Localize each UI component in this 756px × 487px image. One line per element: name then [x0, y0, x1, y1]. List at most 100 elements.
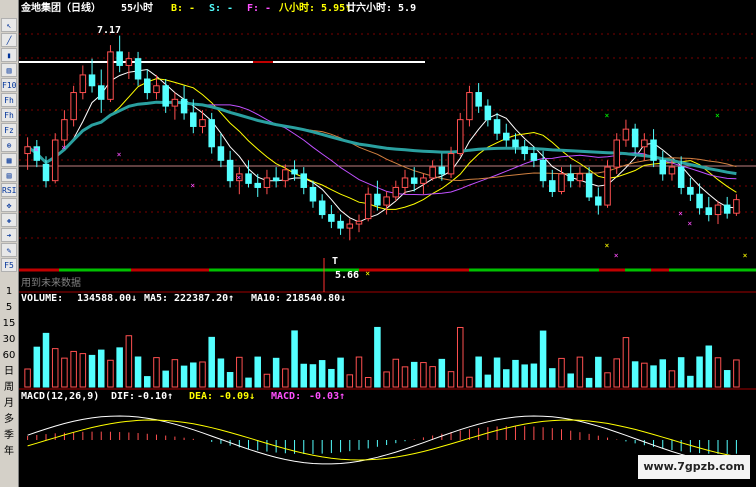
candle-body: [539, 159, 547, 182]
volume-bar: [733, 359, 740, 388]
candle-body: [668, 166, 676, 175]
candle-body: [401, 177, 409, 188]
candle-body: [171, 98, 179, 107]
dif-label: DIF:: [111, 391, 135, 402]
candle-body: [374, 193, 381, 206]
bar-chart-icon[interactable]: ▥: [1, 63, 17, 77]
fz-icon[interactable]: Fz: [1, 123, 17, 137]
period-fifteen[interactable]: 15: [0, 317, 18, 331]
low-label: 5.66: [335, 270, 359, 281]
period-sixty[interactable]: 60: [0, 349, 18, 363]
volume-bar: [272, 357, 280, 388]
candle-body: [512, 139, 519, 148]
line-icon[interactable]: ╱: [1, 33, 17, 47]
period-multi[interactable]: 多: [0, 413, 18, 427]
candle-body: [714, 204, 722, 216]
candle-body: [42, 163, 50, 182]
period-season[interactable]: 季: [0, 429, 18, 443]
candle-body: [723, 204, 731, 214]
zoom-icon[interactable]: ⊕: [1, 138, 17, 152]
volume-bar: [456, 326, 464, 388]
volume-bar: [125, 335, 133, 388]
volume-bar: [309, 364, 317, 388]
volume-bar: [410, 361, 418, 388]
candle-body: [190, 112, 197, 127]
grid-icon[interactable]: ▤: [1, 168, 17, 182]
macd-value-label: MACD:: [271, 391, 301, 402]
period-month[interactable]: 月: [0, 397, 18, 411]
volume-bar: [383, 371, 390, 388]
signal-marker: ×: [34, 145, 39, 154]
volume-bar: [659, 359, 667, 388]
candle-body: [61, 119, 68, 141]
eight-hours-value: 八小时: 5.95↑: [278, 1, 351, 14]
move-icon[interactable]: ✚: [1, 213, 17, 227]
export-icon[interactable]: ➔: [1, 228, 17, 242]
volume-value: 134588.00↓: [77, 293, 137, 304]
ma5-label: MA5:: [144, 293, 168, 304]
volume-bar: [466, 376, 473, 388]
period-thirty[interactable]: 30: [0, 333, 18, 347]
signal-marker: ×: [605, 111, 610, 120]
signal-marker: ×: [117, 150, 122, 159]
rsi-icon[interactable]: RSI: [1, 183, 17, 197]
candle-body: [291, 169, 298, 175]
pan-icon[interactable]: ✥: [1, 198, 17, 212]
period-one[interactable]: 1: [0, 285, 18, 299]
volume-bar: [723, 370, 731, 388]
volume-bar: [180, 365, 188, 388]
volume-bar: [300, 363, 308, 388]
candle-body: [429, 166, 436, 179]
macd-value: -0.03↑: [309, 391, 345, 402]
candle-body: [585, 173, 593, 198]
candle-body: [88, 74, 96, 87]
b-value: B: -: [171, 3, 195, 14]
table-icon[interactable]: ▦: [1, 153, 17, 167]
volume-bar: [438, 358, 446, 388]
candle-body: [604, 166, 611, 206]
candle-body: [24, 146, 31, 155]
candle-body: [696, 193, 703, 209]
candle-body: [328, 214, 335, 222]
candle-icon[interactable]: ▮: [1, 48, 17, 62]
volume-bar: [97, 349, 105, 388]
volume-bar: [622, 337, 630, 388]
volume-bar: [236, 356, 243, 388]
candle-body: [79, 74, 87, 94]
f5-icon[interactable]: F5: [1, 258, 17, 272]
volume-bar: [88, 354, 96, 388]
period-day[interactable]: 日: [0, 365, 18, 379]
candle-body: [687, 186, 694, 195]
volume-bar: [631, 361, 639, 388]
candle-body: [659, 159, 667, 175]
candle-body: [199, 119, 206, 127]
candle-body: [493, 119, 501, 134]
volume-bar: [401, 366, 409, 388]
signal-marker: ×: [715, 111, 720, 120]
fh-icon[interactable]: Fh: [1, 93, 17, 107]
pen-icon[interactable]: ✎: [1, 243, 17, 257]
candle-body: [355, 220, 363, 225]
volume-bar: [171, 359, 179, 388]
f10-icon[interactable]: F10: [1, 78, 17, 92]
cursor-icon[interactable]: ↖: [1, 18, 17, 32]
volume-bar: [79, 353, 87, 388]
volume-bar: [668, 370, 676, 388]
volume-bar: [429, 366, 436, 388]
volume-bar: [539, 330, 547, 388]
candle-body: [162, 85, 169, 107]
candle-body: [116, 51, 123, 66]
volume-bar: [705, 345, 713, 388]
volume-bar: [153, 357, 160, 388]
volume-bar: [226, 372, 234, 388]
candle-body: [392, 186, 400, 198]
signal-marker: ×: [687, 219, 692, 228]
candle-body: [318, 200, 326, 216]
period-five[interactable]: 5: [0, 301, 18, 315]
fh2-icon[interactable]: Fh: [1, 108, 17, 122]
volume-bar: [392, 358, 400, 388]
period-year[interactable]: 年: [0, 445, 18, 459]
volume-bar: [714, 357, 722, 388]
period-week[interactable]: 周: [0, 381, 18, 395]
volume-bar: [696, 356, 703, 388]
